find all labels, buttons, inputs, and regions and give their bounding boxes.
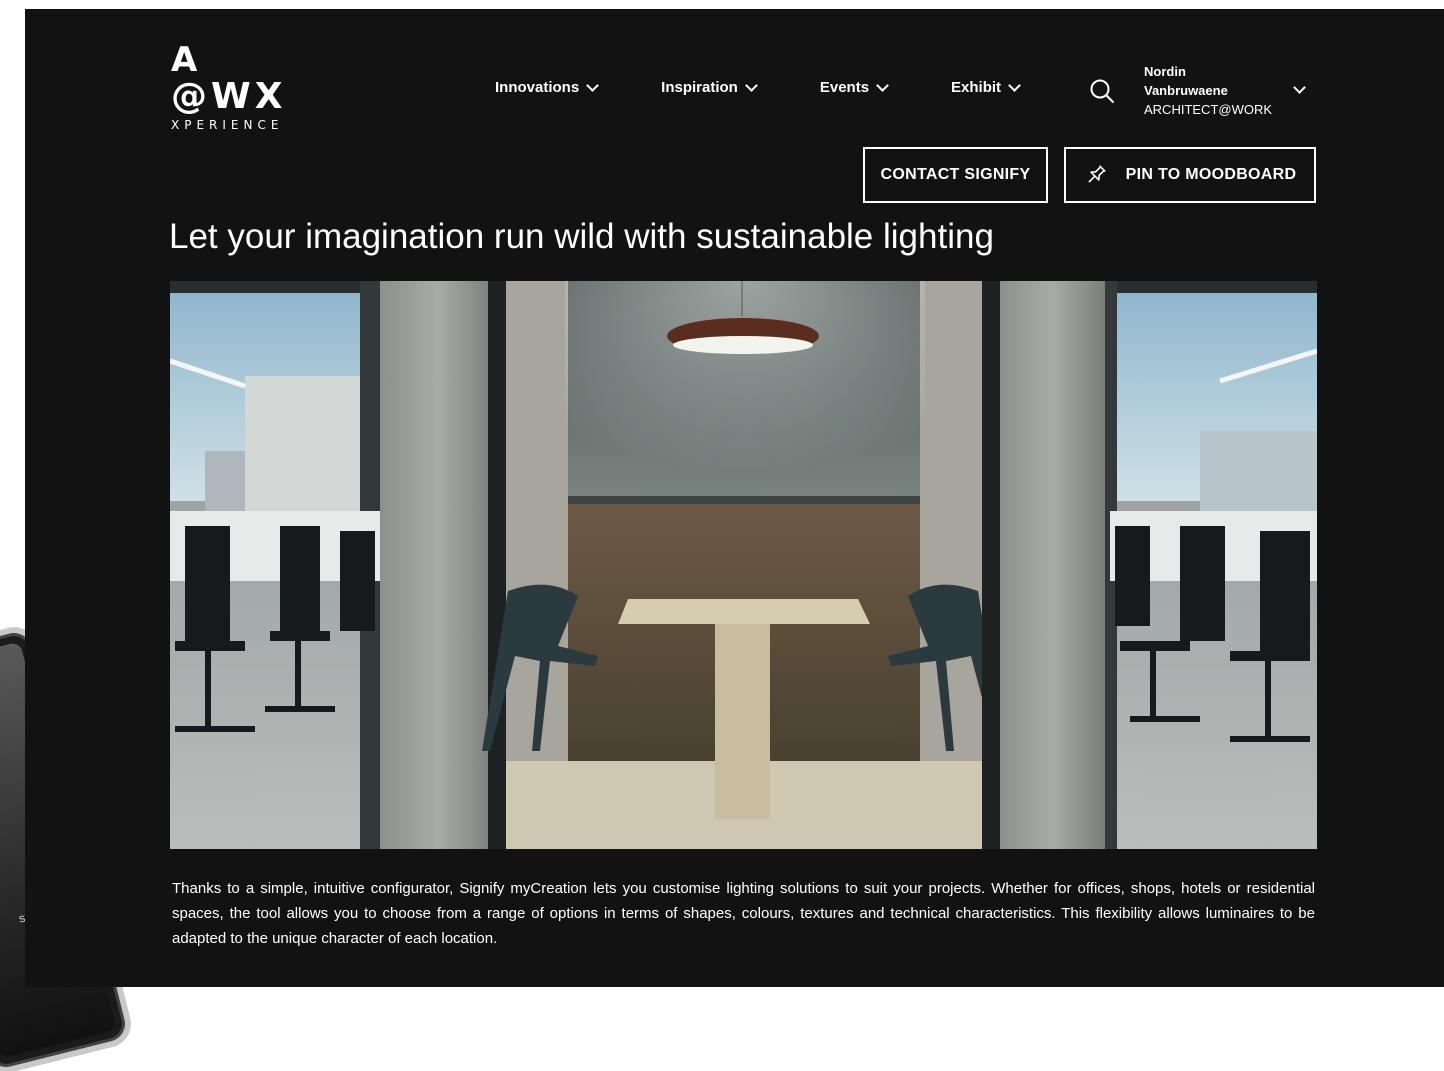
user-company: ARCHITECT@WORK <box>1144 102 1273 117</box>
logo-line-2: @WX <box>171 76 287 117</box>
contact-signify-button[interactable]: CONTACT SIGNIFY <box>863 147 1048 203</box>
nav-item-label: Exhibit <box>951 79 1002 96</box>
chevron-down-icon <box>1008 79 1021 92</box>
nav-item-label: Events <box>819 79 870 96</box>
website-screen: A @WX XPERIENCE Innovations Inspiration … <box>25 9 1444 987</box>
nav-item-innovations[interactable]: Innovations <box>495 79 600 96</box>
nav-item-inspiration[interactable]: Inspiration <box>661 79 758 96</box>
user-first-name: Nordin <box>1144 64 1186 79</box>
nav-item-events[interactable]: Events <box>819 79 889 96</box>
hero-image <box>170 281 1317 849</box>
logo-line-3: XPERIENCE <box>171 118 284 132</box>
nav-item-exhibit[interactable]: Exhibit <box>951 79 1021 96</box>
chevron-down-icon <box>876 79 889 92</box>
awx-logo[interactable]: A @WX XPERIENCE <box>171 43 286 131</box>
chevron-down-icon <box>744 79 758 92</box>
contact-signify-label: CONTACT SIGNIFY <box>880 166 1031 183</box>
search-icon[interactable] <box>1089 78 1115 104</box>
pin-to-moodboard-label: PIN TO MOODBOARD <box>1125 166 1297 183</box>
logo-line-1: A <box>171 40 200 80</box>
user-menu[interactable]: Nordin Vanbruwaene ARCHITECT@WORK <box>1144 62 1272 119</box>
pin-to-moodboard-button[interactable]: PIN TO MOODBOARD <box>1064 147 1316 203</box>
nav-item-label: Innovations <box>495 79 580 96</box>
article-body: Thanks to a simple, intuitive configurat… <box>172 880 1315 947</box>
chevron-down-icon <box>586 79 600 92</box>
user-last-name: Vanbruwaene <box>1144 83 1228 98</box>
main-nav: Innovations Inspiration Events Exhibit <box>495 79 1021 96</box>
chevron-down-icon[interactable] <box>1293 81 1306 94</box>
pin-icon <box>1087 165 1106 183</box>
nav-item-label: Inspiration <box>661 79 738 96</box>
page-title: Let your imagination run wild with susta… <box>169 217 994 256</box>
